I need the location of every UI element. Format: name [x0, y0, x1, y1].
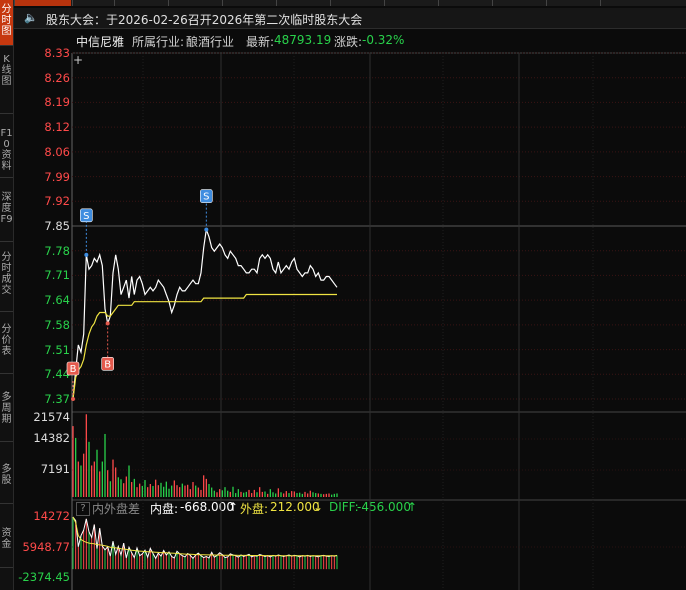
marker-label: B [70, 364, 77, 375]
intraday-chart[interactable]: + S S B B [0, 0, 686, 590]
crosshair-plus-icon: + [73, 53, 83, 67]
marker-label: B [104, 359, 111, 370]
marker-dot [105, 321, 110, 326]
marker-label: S [83, 211, 89, 222]
marker-dot [71, 397, 75, 401]
marker-dot [204, 227, 209, 232]
marker-dot [84, 252, 89, 257]
average-price-line [72, 293, 337, 400]
price-line [72, 229, 338, 400]
marker-label: S [203, 192, 209, 203]
